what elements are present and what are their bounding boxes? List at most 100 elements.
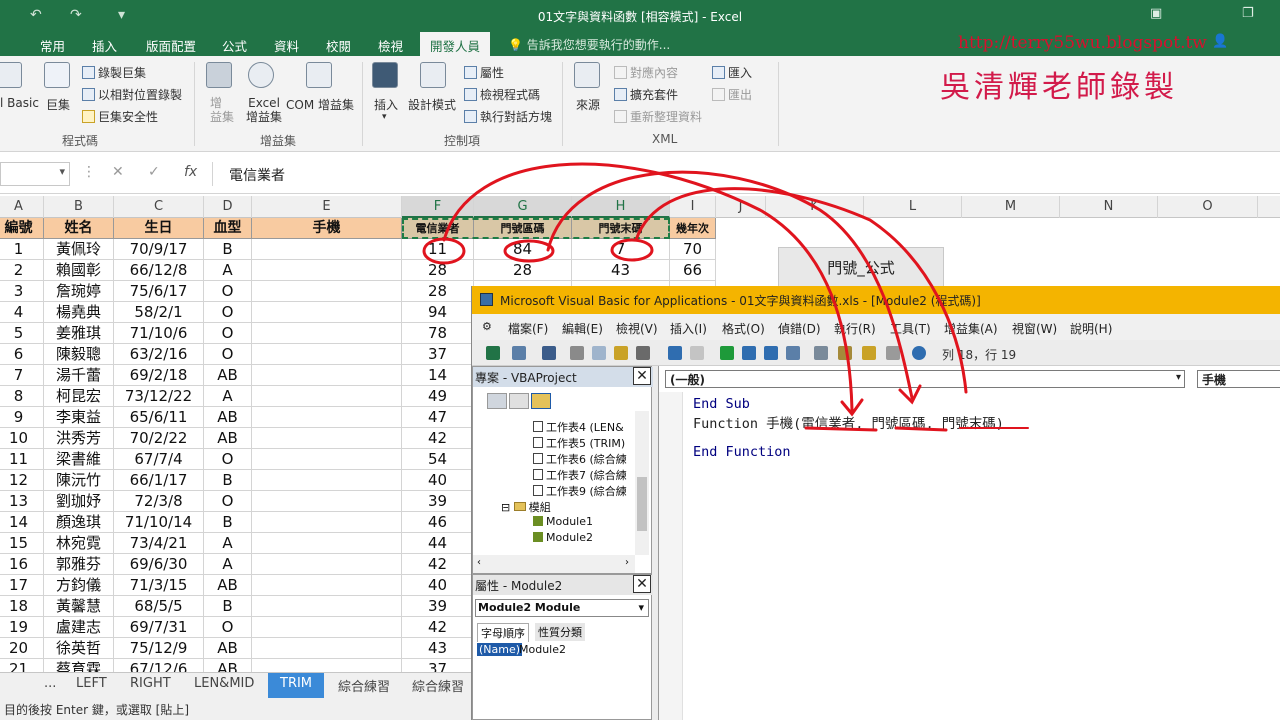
- tree-item-sheet9[interactable]: 工作表9 (綜合練: [533, 483, 627, 499]
- table-cell[interactable]: A: [204, 260, 252, 281]
- table-cell[interactable]: [252, 428, 402, 449]
- table-cell[interactable]: 37: [402, 344, 474, 365]
- table-cell[interactable]: 71/10/14: [114, 512, 204, 533]
- table-cell[interactable]: 43: [402, 638, 474, 659]
- macros-button[interactable]: 巨集: [46, 96, 70, 113]
- table-cell[interactable]: 10: [0, 428, 44, 449]
- insert-module-icon[interactable]: [512, 346, 526, 360]
- copy-icon[interactable]: [592, 346, 606, 360]
- redo-icon[interactable]: [690, 346, 704, 360]
- column-header-b[interactable]: B: [44, 196, 114, 218]
- table-cell[interactable]: 郭雅芬: [44, 554, 114, 575]
- run-icon[interactable]: [720, 346, 734, 360]
- table-cell[interactable]: 39: [402, 491, 474, 512]
- table-cell[interactable]: 47: [402, 407, 474, 428]
- table-cell[interactable]: 9: [0, 407, 44, 428]
- properties-window-icon[interactable]: [838, 346, 852, 360]
- table-cell[interactable]: 6: [0, 344, 44, 365]
- table-cell[interactable]: 72/3/8: [114, 491, 204, 512]
- menu-run[interactable]: 執行(R): [834, 320, 876, 337]
- scrollbar-thumb[interactable]: [637, 477, 647, 531]
- table-cell[interactable]: 21: [0, 659, 44, 672]
- table-cell[interactable]: 43: [572, 260, 670, 281]
- menu-window[interactable]: 視窗(W): [1012, 320, 1057, 337]
- table-cell[interactable]: 賴國彰: [44, 260, 114, 281]
- table-cell[interactable]: 28: [474, 260, 572, 281]
- column-header-c[interactable]: C: [114, 196, 204, 218]
- table-cell[interactable]: 梁書維: [44, 449, 114, 470]
- table-cell[interactable]: 66: [670, 260, 716, 281]
- table-cell[interactable]: 楊堯典: [44, 302, 114, 323]
- table-cell[interactable]: [252, 260, 402, 281]
- menu-debug[interactable]: 偵錯(D): [778, 320, 821, 337]
- table-header-cell[interactable]: 血型: [204, 218, 252, 239]
- view-object-icon[interactable]: [509, 393, 529, 409]
- tab-insert[interactable]: 插入: [92, 36, 117, 55]
- table-cell[interactable]: 44: [402, 533, 474, 554]
- restore-window-icon[interactable]: ❐: [1242, 6, 1254, 21]
- insert-control-button[interactable]: 插入: [374, 96, 398, 113]
- table-cell[interactable]: 70: [670, 239, 716, 260]
- code-line[interactable]: End Sub: [693, 396, 750, 412]
- table-cell[interactable]: 69/7/31: [114, 617, 204, 638]
- table-cell[interactable]: O: [204, 323, 252, 344]
- table-cell[interactable]: 19: [0, 617, 44, 638]
- tab-categorized[interactable]: 性質分類: [535, 623, 585, 641]
- table-cell[interactable]: 71/3/15: [114, 575, 204, 596]
- visual-basic-button[interactable]: l Basic: [0, 96, 39, 110]
- source-icon[interactable]: [574, 62, 600, 88]
- com-addins-icon[interactable]: [306, 62, 332, 88]
- table-cell[interactable]: 67/7/4: [114, 449, 204, 470]
- addins-icon[interactable]: [206, 62, 232, 88]
- table-cell[interactable]: 詹琬婷: [44, 281, 114, 302]
- table-cell[interactable]: 66/1/17: [114, 470, 204, 491]
- table-cell[interactable]: 73/4/21: [114, 533, 204, 554]
- column-header-m[interactable]: M: [962, 196, 1060, 218]
- toolbox-icon[interactable]: [886, 346, 900, 360]
- table-cell[interactable]: O: [204, 344, 252, 365]
- menu-tools[interactable]: 工具(T): [890, 320, 931, 337]
- table-cell[interactable]: 58/2/1: [114, 302, 204, 323]
- table-cell[interactable]: 20: [0, 638, 44, 659]
- table-cell[interactable]: 13: [0, 491, 44, 512]
- properties-button[interactable]: 屬性: [464, 64, 504, 81]
- vba-excel-icon[interactable]: ⚙: [482, 320, 492, 333]
- code-line[interactable]: End Function: [693, 444, 791, 460]
- table-cell[interactable]: A: [204, 533, 252, 554]
- table-cell[interactable]: [252, 470, 402, 491]
- column-header-e[interactable]: E: [252, 196, 402, 218]
- table-cell[interactable]: 14: [402, 365, 474, 386]
- table-cell[interactable]: 18: [0, 596, 44, 617]
- table-cell[interactable]: AB: [204, 428, 252, 449]
- table-cell[interactable]: O: [204, 302, 252, 323]
- table-cell[interactable]: [252, 407, 402, 428]
- column-header-o[interactable]: O: [1158, 196, 1258, 218]
- sheet-tab-left[interactable]: LEFT: [76, 676, 107, 691]
- relative-ref-button[interactable]: 以相對位置錄製: [82, 86, 182, 103]
- table-cell[interactable]: 黃佩玲: [44, 239, 114, 260]
- close-icon[interactable]: ✕: [633, 367, 651, 385]
- table-cell[interactable]: 39: [402, 596, 474, 617]
- column-header-h[interactable]: H: [572, 196, 670, 218]
- addins-button[interactable]: 增 益集: [210, 96, 234, 124]
- toolbox-icon[interactable]: [372, 62, 398, 88]
- stop-icon[interactable]: [764, 346, 778, 360]
- table-cell[interactable]: 75/12/9: [114, 638, 204, 659]
- xml-source-button[interactable]: 來源: [576, 96, 600, 113]
- table-cell[interactable]: 林宛霓: [44, 533, 114, 554]
- tab-page-layout[interactable]: 版面配置: [146, 36, 196, 55]
- prop-name-value[interactable]: Module2: [519, 643, 566, 656]
- tab-alphabetic[interactable]: 字母順序: [477, 623, 529, 642]
- table-cell[interactable]: 洪秀芳: [44, 428, 114, 449]
- column-header-l[interactable]: L: [864, 196, 962, 218]
- table-cell[interactable]: 陳毅聰: [44, 344, 114, 365]
- procedure-combo[interactable]: 手機: [1197, 370, 1280, 388]
- table-cell[interactable]: 2: [0, 260, 44, 281]
- table-cell[interactable]: 7: [572, 239, 670, 260]
- table-cell[interactable]: 黃馨慧: [44, 596, 114, 617]
- table-cell[interactable]: AB: [204, 365, 252, 386]
- column-header-j[interactable]: J: [716, 196, 766, 218]
- table-cell[interactable]: 8: [0, 386, 44, 407]
- table-cell[interactable]: 陳沅竹: [44, 470, 114, 491]
- horizontal-scrollbar[interactable]: ‹ ›: [473, 555, 635, 573]
